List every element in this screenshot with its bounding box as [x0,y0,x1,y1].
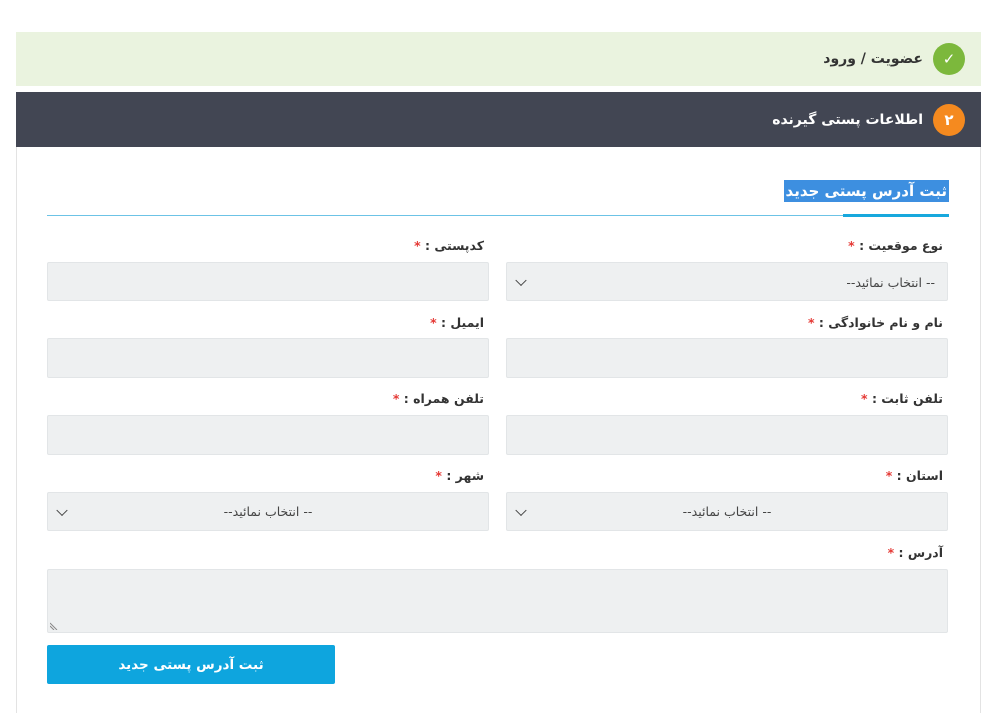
address-label: آدرس : * [887,545,943,560]
mobile-label: تلفن همراه : * [392,391,484,406]
step-title: اطلاعات پستی گیرنده [772,111,923,128]
section-underline [843,214,949,217]
step-membership-login[interactable]: ✓ عضویت / ورود [16,32,981,86]
chevron-down-icon [515,274,527,286]
full-name-label: نام و نام خانوادگی : * [807,315,943,330]
location-type-select[interactable]: -- انتخاب نمائید-- [506,262,948,301]
section-title: ثبت آدرس پستی جدید [783,180,949,202]
section-header: ثبت آدرس پستی جدید [47,178,949,217]
email-input[interactable] [47,338,489,378]
city-select[interactable]: -- انتخاب نمائید-- [47,492,489,531]
address-textarea[interactable] [47,569,948,633]
select-value: -- انتخاب نمائید-- [682,504,772,519]
landline-input[interactable] [506,415,948,455]
city-label: شهر : * [435,468,484,483]
step-recipient-postal-info: ۲ اطلاعات پستی گیرنده [16,92,981,147]
mobile-input[interactable] [47,415,489,455]
postal-code-input[interactable] [47,262,489,301]
select-value: -- انتخاب نمائید-- [223,504,313,519]
province-select[interactable]: -- انتخاب نمائید-- [506,492,948,531]
submit-address-button[interactable]: ثبت آدرس پستی جدید [47,645,335,684]
email-label: ایمیل : * [430,315,484,330]
full-name-input[interactable] [506,338,948,378]
step-title: عضویت / ورود [823,51,923,67]
postal-code-label: کدپستی : * [414,238,484,253]
resize-grip-icon[interactable] [50,622,58,630]
landline-label: تلفن ثابت : * [861,391,943,406]
check-icon: ✓ [933,43,965,75]
step-number-badge: ۲ [933,103,965,136]
location-type-label: نوع موقعیت : * [848,238,943,253]
select-value: -- انتخاب نمائید-- [846,275,935,290]
province-label: استان : * [885,468,943,483]
